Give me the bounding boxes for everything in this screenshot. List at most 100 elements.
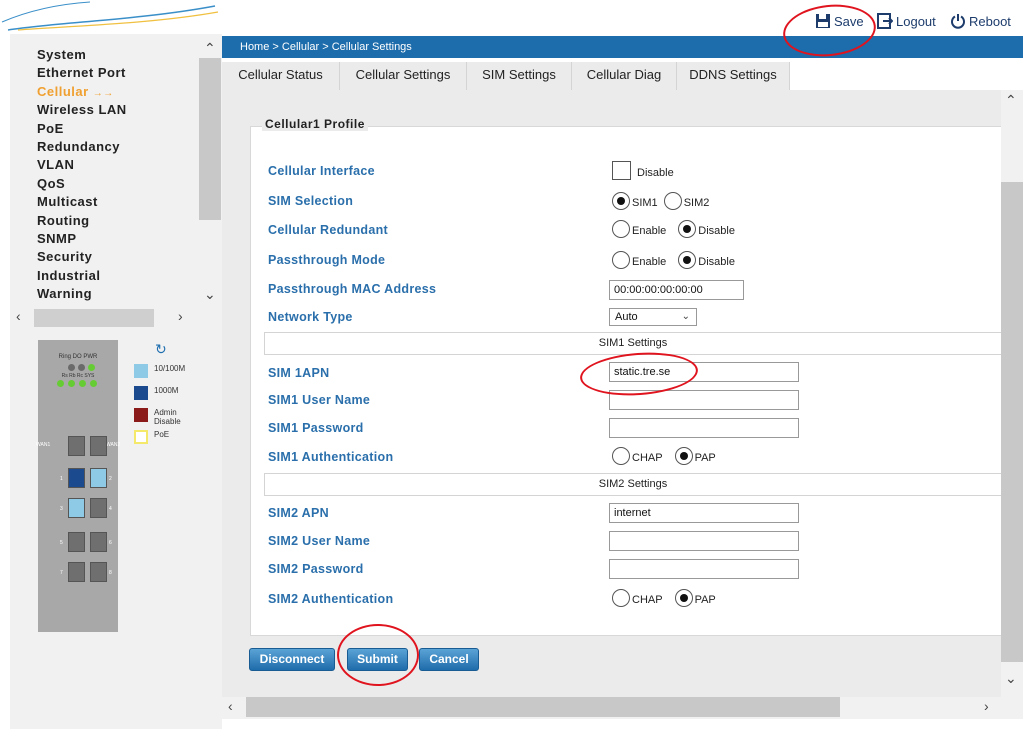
sidebar-horizontal-scrollbar[interactable]: ‹ › <box>10 307 222 329</box>
tab-cellular-settings[interactable]: Cellular Settings <box>340 62 467 90</box>
sidebar-item-vlan[interactable]: VLAN <box>10 156 200 174</box>
port-7[interactable] <box>68 562 85 582</box>
checkbox-label: Disable <box>637 167 674 179</box>
sidebar-item-snmp[interactable]: SNMP <box>10 230 200 248</box>
sim2-username-input[interactable] <box>609 531 799 551</box>
sidebar-item-cellular[interactable]: Cellular →→ <box>10 83 200 101</box>
sim1-settings-header: SIM1 Settings <box>264 332 1001 355</box>
sim2-pap-radio[interactable] <box>674 589 693 607</box>
port-1[interactable] <box>68 468 85 488</box>
sidebar-item-warning[interactable]: Warning <box>10 285 200 303</box>
sim1-apn-input[interactable] <box>609 362 799 382</box>
sidebar-item-ethernet-port[interactable]: Ethernet Port <box>10 64 200 82</box>
sim1-radio[interactable] <box>612 192 630 210</box>
radio-label: Disable <box>698 225 735 237</box>
cellular-interface-disable-checkbox[interactable] <box>612 161 631 180</box>
sim1-username-label: SIM1 User Name <box>268 393 371 407</box>
device-panel: Ring DO PWR Rs Rb Rc SYS WAN1 WAN2 1 2 3 <box>36 340 120 632</box>
sim1-chap-radio[interactable] <box>612 447 630 465</box>
port-number: 2 <box>109 476 112 482</box>
redundant-disable-radio[interactable] <box>678 220 697 238</box>
legend-swatch <box>134 408 148 422</box>
scrollbar-thumb[interactable] <box>1001 182 1023 662</box>
tab-ddns-settings[interactable]: DDNS Settings <box>677 62 790 90</box>
sidebar-menu: System Ethernet Port Cellular →→ Wireless… <box>10 46 200 303</box>
port-5[interactable] <box>68 532 85 552</box>
sim2-settings-header: SIM2 Settings <box>264 473 1001 496</box>
legend-1000m: 1000M <box>134 386 178 400</box>
radio-label: SIM2 <box>683 197 710 209</box>
chevron-right-icon[interactable]: › <box>178 308 183 324</box>
port-3[interactable] <box>68 498 85 518</box>
passthrough-enable-radio[interactable] <box>612 251 630 269</box>
reboot-button[interactable]: Reboot <box>950 13 1011 29</box>
chevron-down-icon: ⌄ <box>681 311 690 322</box>
content-horizontal-scrollbar[interactable]: ‹ › <box>222 697 1023 719</box>
sim2-password-input[interactable] <box>609 559 799 579</box>
sim2-authentication-group: CHAP PAP <box>612 589 722 607</box>
scrollbar-thumb[interactable] <box>34 309 154 327</box>
led-indicator <box>78 364 85 371</box>
radio-label: Enable <box>632 225 667 237</box>
cellular-redundant-label: Cellular Redundant <box>268 223 388 237</box>
network-type-value: Auto <box>615 311 638 323</box>
tab-sim-settings[interactable]: SIM Settings <box>467 62 572 90</box>
sidebar-scrollbar[interactable]: ⌃ ⌄ <box>199 40 221 306</box>
disconnect-button[interactable]: Disconnect <box>249 648 335 671</box>
sidebar-item-security[interactable]: Security <box>10 248 200 266</box>
scrollbar-thumb[interactable] <box>199 58 221 220</box>
sim2-apn-input[interactable] <box>609 503 799 523</box>
sidebar-item-label: Cellular <box>37 83 89 99</box>
sidebar-item-wireless-lan[interactable]: Wireless LAN <box>10 101 200 119</box>
led-indicator <box>90 380 97 387</box>
radio-label: PAP <box>694 594 716 606</box>
submit-button[interactable]: Submit <box>347 648 408 671</box>
chevron-down-icon[interactable]: ⌄ <box>1005 670 1017 687</box>
port-2[interactable] <box>90 468 107 488</box>
tab-cellular-status[interactable]: Cellular Status <box>222 62 340 90</box>
port-6[interactable] <box>90 532 107 552</box>
sim2-chap-radio[interactable] <box>612 589 630 607</box>
sidebar-item-routing[interactable]: Routing <box>10 212 200 230</box>
cellular-interface-group: Disable <box>612 161 680 180</box>
wan1-label: WAN1 <box>36 442 51 448</box>
network-type-select[interactable]: Auto ⌄ <box>609 308 697 326</box>
redundant-enable-radio[interactable] <box>612 220 630 238</box>
tab-cellular-diag[interactable]: Cellular Diag <box>572 62 677 90</box>
sim1-password-input[interactable] <box>609 418 799 438</box>
sidebar-item-multicast[interactable]: Multicast <box>10 193 200 211</box>
sim2-radio[interactable] <box>663 192 682 210</box>
sim1-pap-radio[interactable] <box>674 447 693 465</box>
chevron-left-icon[interactable]: ‹ <box>228 698 233 714</box>
logout-button[interactable]: Logout <box>877 13 936 29</box>
chevron-up-icon[interactable]: ⌃ <box>204 40 216 57</box>
chevron-up-icon[interactable]: ⌃ <box>1005 92 1017 109</box>
scrollbar-thumb[interactable] <box>246 697 840 717</box>
sidebar-item-poe[interactable]: PoE <box>10 120 200 138</box>
save-button[interactable]: Save <box>815 13 864 29</box>
sidebar-item-qos[interactable]: QoS <box>10 175 200 193</box>
port-8[interactable] <box>90 562 107 582</box>
sidebar-item-label: QoS <box>37 175 66 191</box>
content-vertical-scrollbar[interactable]: ⌃ ⌄ <box>1001 90 1023 698</box>
cancel-button[interactable]: Cancel <box>419 648 479 671</box>
refresh-icon[interactable]: ↻ <box>155 341 167 358</box>
chevron-right-icon[interactable]: › <box>984 698 989 714</box>
app-window: Save Logout Reboot System Ethernet Port … <box>0 0 1036 739</box>
sidebar-item-redundancy[interactable]: Redundancy <box>10 138 200 156</box>
port-number: 8 <box>109 570 112 576</box>
logout-label: Logout <box>896 13 936 29</box>
port-wan1[interactable] <box>68 436 85 456</box>
chevron-left-icon[interactable]: ‹ <box>16 308 21 324</box>
port-wan2[interactable] <box>90 436 107 456</box>
sidebar-item-industrial[interactable]: Industrial <box>10 267 200 285</box>
chevron-down-icon[interactable]: ⌄ <box>204 286 216 303</box>
sidebar-item-label: System <box>37 47 87 62</box>
sidebar-item-system[interactable]: System <box>10 46 200 64</box>
network-type-label: Network Type <box>268 310 353 324</box>
radio-label: CHAP <box>632 594 663 606</box>
sim1-username-input[interactable] <box>609 390 799 410</box>
passthrough-mac-input[interactable] <box>609 280 744 300</box>
passthrough-disable-radio[interactable] <box>678 251 697 269</box>
port-4[interactable] <box>90 498 107 518</box>
